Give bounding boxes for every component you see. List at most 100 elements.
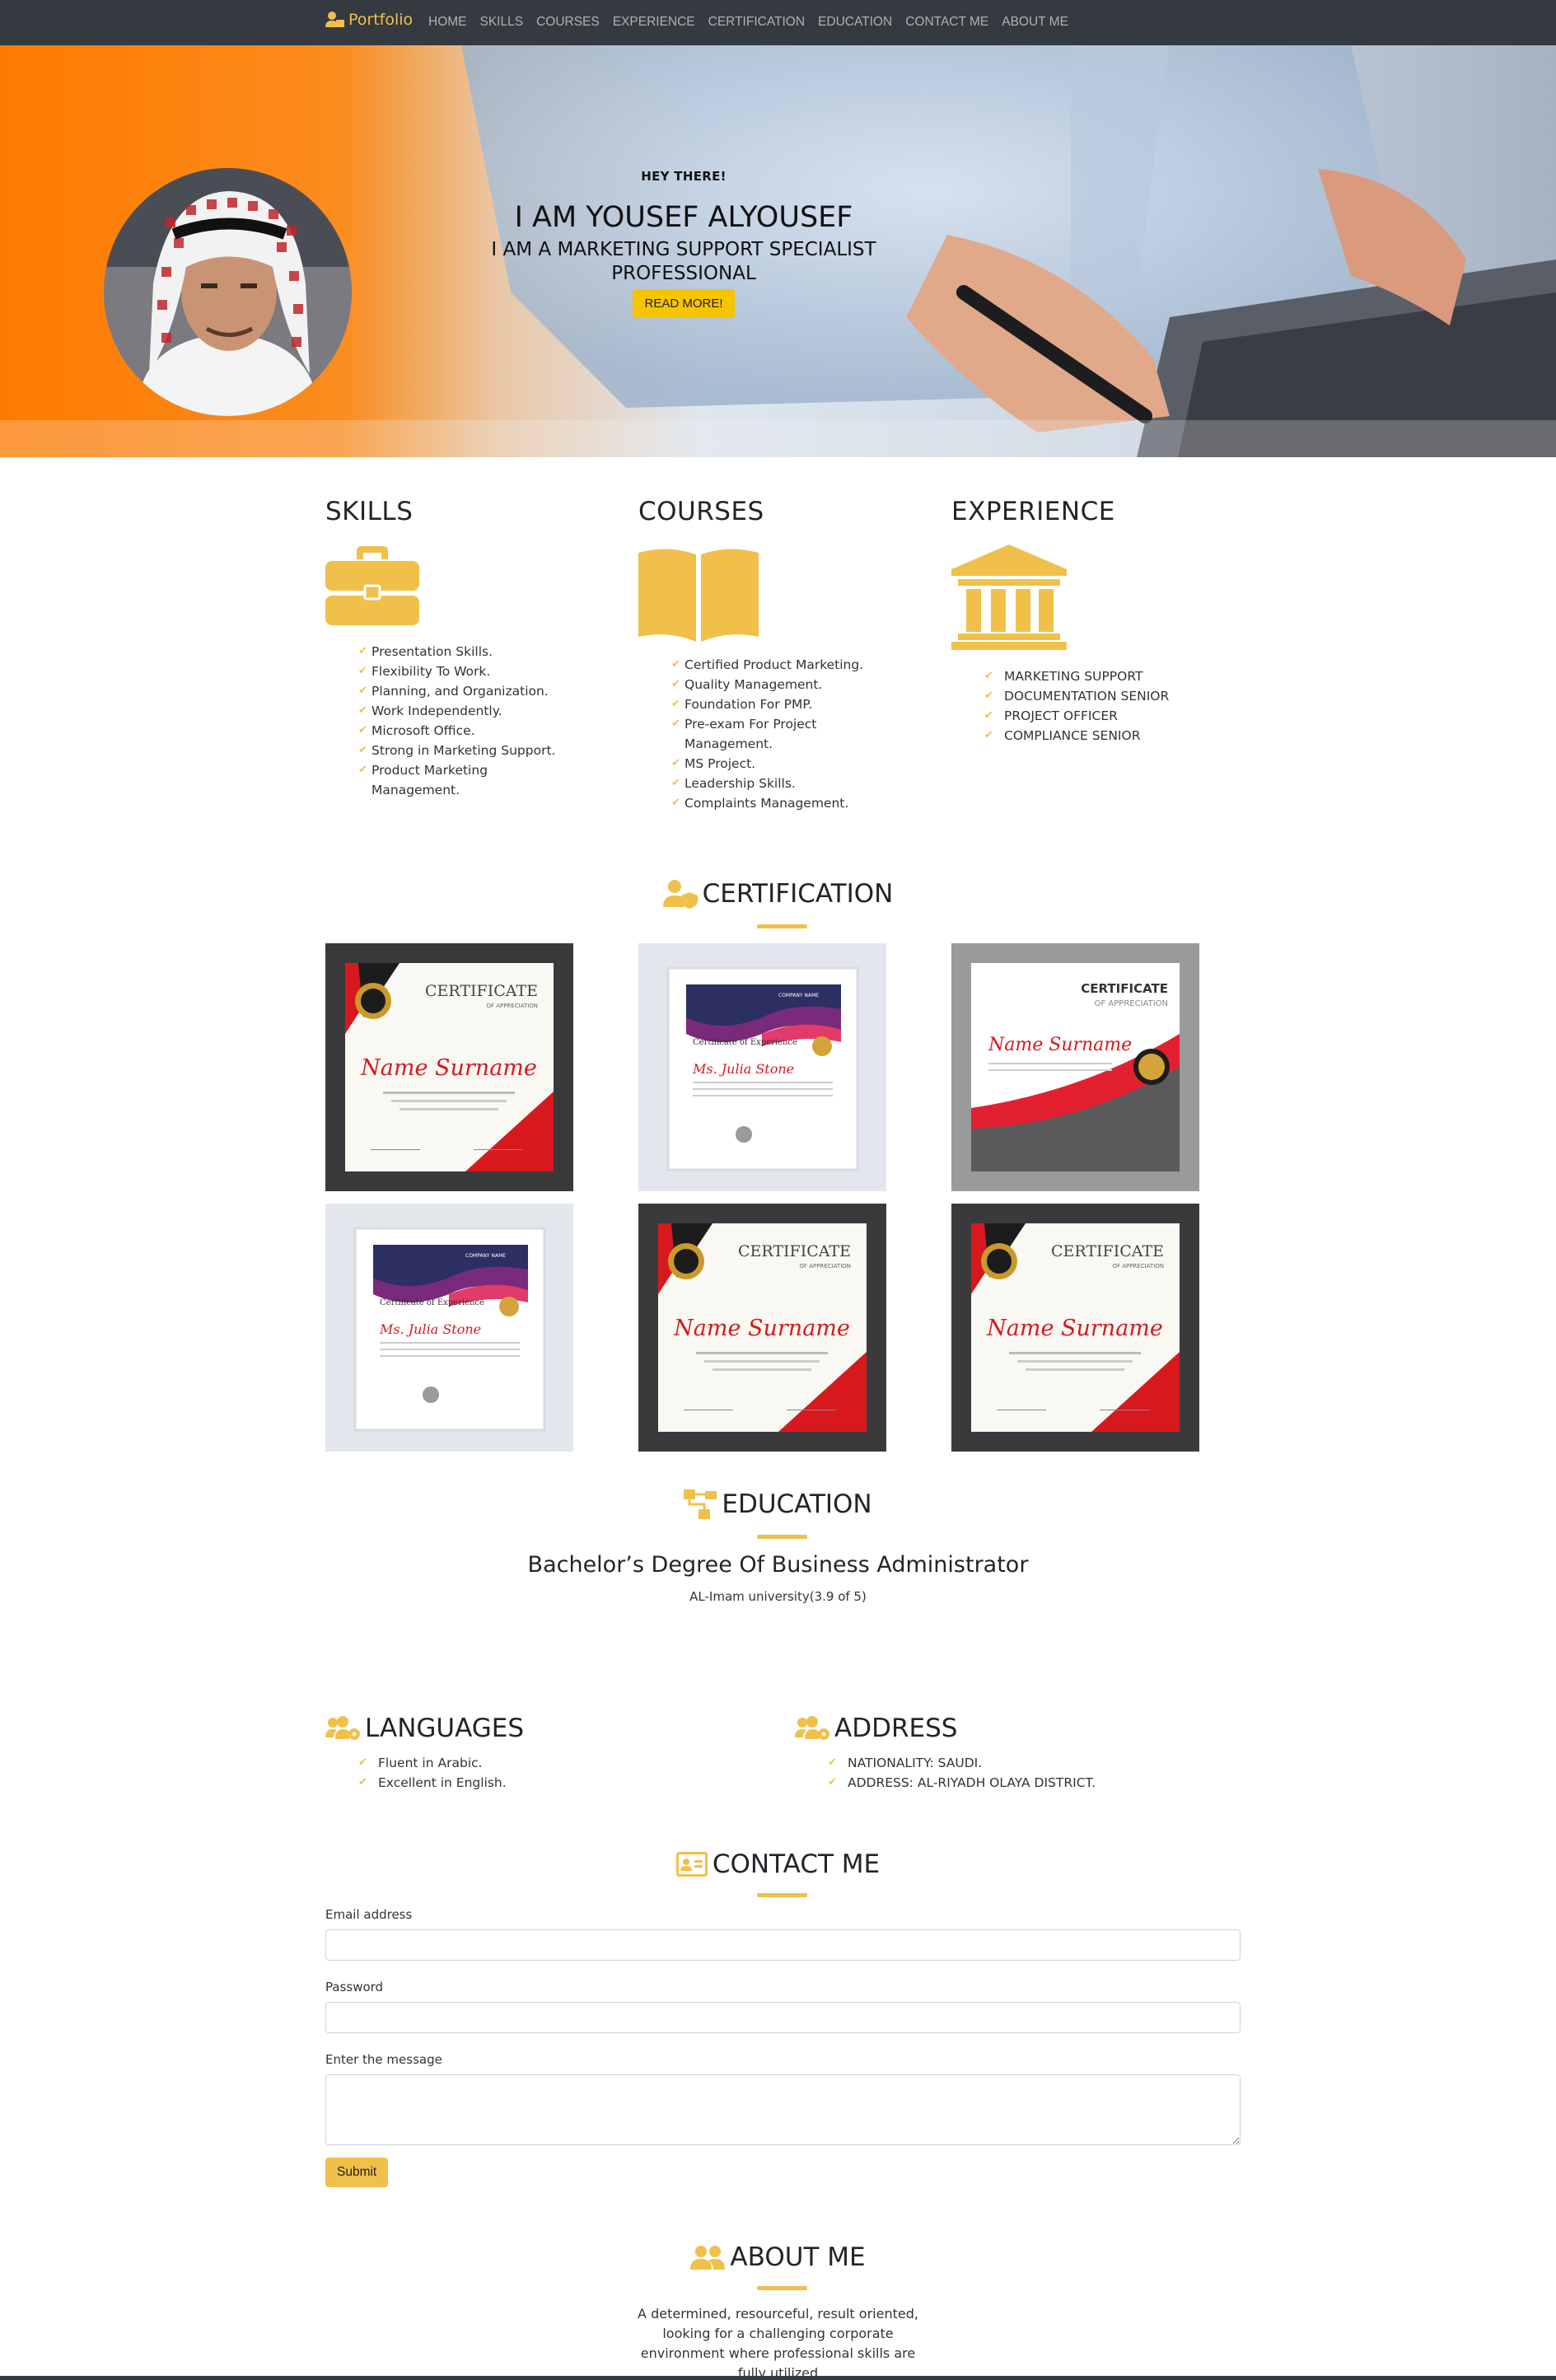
section-underline — [757, 924, 807, 928]
list-item: Flexibility To Work. — [358, 662, 556, 681]
certificate-heading: CERTIFICATE — [1081, 981, 1168, 996]
contact-form: Email address Password Enter the message… — [325, 1907, 1241, 2187]
certificate-image[interactable]: Certificate of Experience COMPANY NAME M… — [638, 943, 886, 1191]
hero-eyebrow: HEY THERE! — [641, 169, 727, 184]
about-paragraph: A determined, resourceful, result orient… — [638, 2306, 918, 2380]
users-icon — [690, 2246, 726, 2270]
certificate-recipient: Ms. Julia Stone — [692, 1061, 794, 1077]
brand-icon — [325, 12, 344, 27]
list-item: MS Project. — [671, 754, 869, 774]
certificate-recipient: Ms. Julia Stone — [379, 1321, 481, 1337]
education-degree: Bachelor’s Degree Of Business Administra… — [527, 1552, 1029, 1578]
skills-title: SKILLS — [325, 497, 414, 526]
users-cog-icon — [795, 1716, 829, 1740]
certificate-image[interactable]: CERTIFICATE OF APPRECIATION Name Surname — [951, 1204, 1199, 1452]
list-item: Microsoft Office. — [358, 721, 556, 741]
certificate-image[interactable]: CERTIFICATE OF APPRECIATION Name Surname — [638, 1204, 886, 1452]
brand-link[interactable]: Portfolio — [325, 11, 413, 29]
id-card-icon — [675, 1852, 708, 1877]
certificate-subheading: OF APPRECIATION — [1095, 999, 1168, 1008]
certificate-image[interactable]: Certificate of Experience COMPANY NAME M… — [325, 1204, 573, 1452]
languages-title: LANGUAGES — [365, 1714, 525, 1743]
certificate-heading: CERTIFICATE — [1051, 1242, 1164, 1260]
list-item: Strong in Marketing Support. — [358, 741, 556, 760]
list-item: Excellent in English. — [358, 1773, 778, 1793]
email-field[interactable] — [325, 1929, 1241, 1961]
footer-bar — [0, 2376, 1556, 2380]
certificate-recipient: Name Surname — [673, 1316, 850, 1341]
certificate-recipient: Name Surname — [988, 1035, 1132, 1055]
list-item: PROJECT OFFICER — [984, 706, 1223, 726]
list-item: Presentation Skills. — [358, 642, 556, 662]
hero-text: HEY THERE! I AM YOUSEF ALYOUSEF I AM A M… — [478, 169, 890, 318]
education-school: AL-Imam university(3.9 of 5) — [689, 1589, 867, 1604]
nav-education[interactable]: EDUCATION — [818, 15, 892, 30]
skills-section: SKILLS Presentation Skills. Flexibility … — [325, 497, 597, 800]
nav-certification[interactable]: CERTIFICATION — [708, 15, 805, 30]
profile-avatar — [104, 168, 352, 416]
languages-section: LANGUAGES Fluent in Arabic. Excellent in… — [325, 1714, 778, 1793]
list-item: NATIONALITY: SAUDI. — [828, 1753, 1248, 1773]
list-item: Quality Management. — [671, 675, 869, 694]
experience-title: EXPERIENCE — [951, 497, 1115, 526]
nav-contact[interactable]: CONTACT ME — [905, 15, 988, 30]
section-underline — [757, 1893, 807, 1897]
message-label: Enter the message — [325, 2052, 442, 2067]
brand-label: Portfolio — [348, 11, 414, 29]
hero-section: HEY THERE! I AM YOUSEF ALYOUSEF I AM A M… — [0, 45, 1556, 457]
certificate-subheading: COMPANY NAME — [778, 993, 819, 998]
certificate-recipient: Name Surname — [360, 1055, 537, 1081]
certificate-subheading: OF APPRECIATION — [1112, 1263, 1164, 1269]
address-title: ADDRESS — [834, 1714, 958, 1743]
about-text: A determined, resourceful, result orient… — [0, 2304, 1556, 2380]
certificate-image[interactable]: CERTIFICATE OF APPRECIATION Name Surname — [325, 943, 573, 1191]
nav-skills[interactable]: SKILLS — [480, 15, 524, 30]
certification-heading: CERTIFICATION — [0, 879, 1556, 912]
certificate-heading: Certificate of Experience — [380, 1298, 484, 1307]
email-label: Email address — [325, 1907, 413, 1922]
certificate-image[interactable]: CERTIFICATE OF APPRECIATION Name Surname — [951, 943, 1199, 1191]
open-book-icon — [638, 549, 759, 642]
message-field[interactable] — [325, 2074, 1241, 2145]
certificate-recipient: Name Surname — [986, 1316, 1163, 1341]
about-title: ABOUT ME — [730, 2242, 866, 2272]
skills-list: Presentation Skills. Flexibility To Work… — [358, 642, 556, 800]
list-item: Foundation For PMP. — [671, 694, 869, 714]
profile-photo — [104, 168, 352, 416]
list-item: Leadership Skills. — [671, 774, 869, 793]
section-underline — [757, 1535, 807, 1539]
certificate-subheading: OF APPRECIATION — [799, 1263, 851, 1269]
nav-experience[interactable]: EXPERIENCE — [613, 15, 695, 30]
institution-icon — [951, 545, 1067, 650]
list-item: Fluent in Arabic. — [358, 1753, 778, 1773]
list-item: Pre-exam For Project Management. — [671, 714, 869, 754]
list-item: Certified Product Marketing. — [671, 655, 869, 675]
password-field[interactable] — [325, 2002, 1241, 2033]
nav-courses[interactable]: COURSES — [536, 15, 600, 30]
sitemap-icon — [684, 1489, 717, 1519]
list-item: COMPLIANCE SENIOR — [984, 726, 1223, 746]
submit-button[interactable]: Submit — [325, 2158, 389, 2187]
courses-title: COURSES — [638, 497, 764, 526]
nav-home[interactable]: HOME — [428, 15, 467, 30]
list-item: Complaints Management. — [671, 793, 869, 813]
users-cog-icon — [325, 1716, 360, 1740]
hero-role: I AM A MARKETING SUPPORT SPECIALIST PROF… — [491, 239, 876, 284]
education-heading: EDUCATION — [0, 1489, 1556, 1522]
certificate-subheading: COMPANY NAME — [465, 1253, 506, 1259]
nav-about[interactable]: ABOUT ME — [1002, 15, 1068, 30]
courses-list: Certified Product Marketing. Quality Man… — [671, 655, 869, 813]
list-item: Work Independently. — [358, 701, 556, 721]
certificate-heading: Certificate of Experience — [693, 1038, 797, 1047]
certificate-subheading: OF APPRECIATION — [486, 1003, 538, 1009]
hero-name: I AM YOUSEF ALYOUSEF — [514, 201, 853, 234]
address-list: NATIONALITY: SAUDI. ADDRESS: AL-RIYADH O… — [828, 1753, 1248, 1793]
list-item: Product Marketing Management. — [358, 760, 556, 800]
navbar: Portfolio HOME SKILLS COURSES EXPERIENCE… — [0, 0, 1556, 45]
certification-title: CERTIFICATION — [702, 879, 894, 909]
user-shield-icon — [662, 880, 698, 909]
read-more-button[interactable]: READ MORE! — [633, 288, 735, 318]
experience-section: EXPERIENCE MARKETING SUPPORT DOCUMENTATI… — [951, 497, 1223, 746]
certificate-heading: CERTIFICATE — [738, 1242, 851, 1260]
briefcase-icon — [325, 546, 419, 625]
